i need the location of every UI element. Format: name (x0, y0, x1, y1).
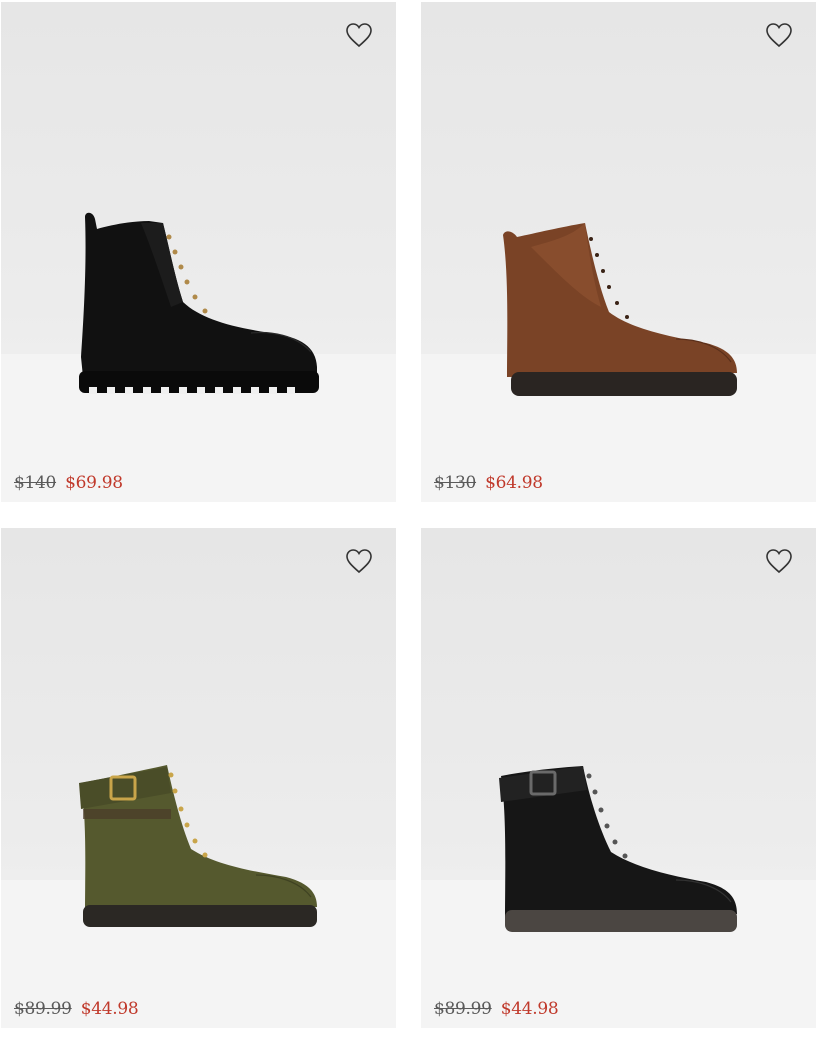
original-price: $130 (434, 473, 477, 493)
sale-price: $64.98 (485, 473, 543, 493)
product-image[interactable] (491, 756, 751, 961)
price-block: $89.99 $44.98 (434, 999, 559, 1019)
product-card[interactable]: $140 $69.98 (1, 2, 396, 502)
original-price: $140 (14, 473, 57, 493)
wishlist-heart-icon[interactable] (765, 22, 793, 48)
product-image[interactable] (71, 207, 331, 412)
product-image[interactable] (491, 207, 751, 412)
product-card[interactable]: $89.99 $44.98 (1, 528, 396, 1028)
price-block: $140 $69.98 (14, 473, 123, 493)
original-price: $89.99 (14, 999, 72, 1019)
wishlist-heart-icon[interactable] (345, 548, 373, 574)
product-grid: $140 $69.98 $130 $64.98 $89.99 $44.98 $8… (0, 0, 828, 1040)
price-block: $130 $64.98 (434, 473, 543, 493)
sale-price: $44.98 (80, 999, 139, 1019)
original-price: $89.99 (434, 999, 492, 1019)
product-card[interactable]: $89.99 $44.98 (421, 528, 816, 1028)
sale-price: $44.98 (500, 999, 559, 1019)
product-card[interactable]: $130 $64.98 (421, 2, 816, 502)
sale-price: $69.98 (65, 473, 123, 493)
wishlist-heart-icon[interactable] (765, 548, 793, 574)
price-block: $89.99 $44.98 (14, 999, 139, 1019)
product-image[interactable] (71, 753, 331, 958)
wishlist-heart-icon[interactable] (345, 22, 373, 48)
